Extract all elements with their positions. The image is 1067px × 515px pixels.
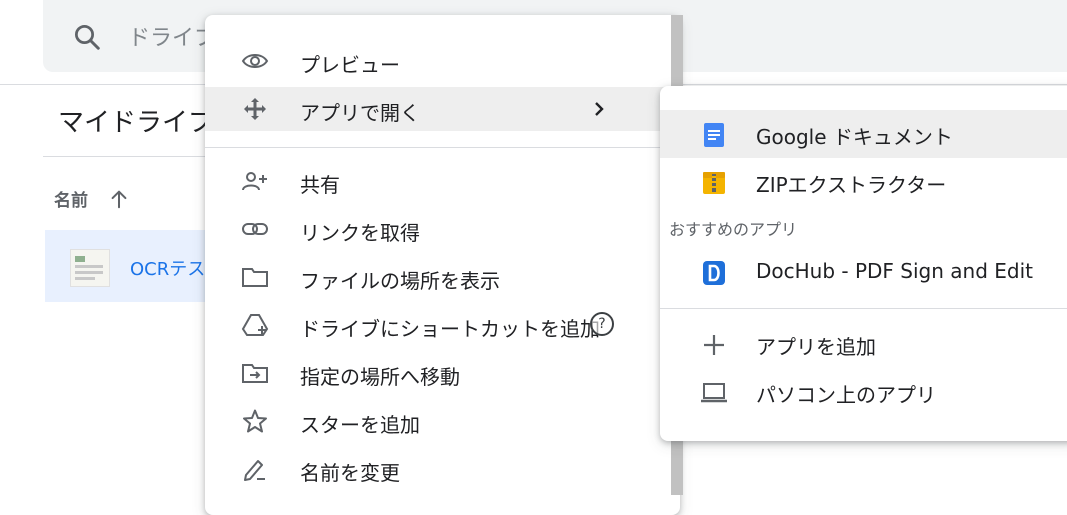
eye-icon [241,54,269,68]
open-with-submenu: Google ドキュメント ZIPエクストラクター おすすめのアプリ DocHu… [660,86,1067,441]
submenu-item-dochub[interactable]: DocHub - PDF Sign and Edit [660,248,1067,296]
column-header-name[interactable]: 名前 [54,186,88,211]
star-icon [243,409,267,433]
menu-item-label: 指定の場所へ移動 [300,365,460,389]
menu-item-share[interactable]: 共有 [205,159,669,203]
submenu-item-label: DocHub - PDF Sign and Edit [756,259,1033,283]
menu-item-label: ファイルの場所を表示 [300,269,500,293]
submenu-item-label: パソコン上のアプリ [756,383,936,407]
laptop-icon [701,383,727,403]
folder-icon [242,268,268,287]
pencil-icon [244,460,265,481]
submenu-item-label: アプリを追加 [756,335,876,359]
submenu-item-google-docs[interactable]: Google ドキュメント [660,110,1067,158]
move-icon [244,98,266,120]
menu-item-label: 共有 [300,173,340,197]
chevron-right-icon [595,102,604,116]
suggested-apps-heading: おすすめのアプリ [669,220,798,239]
zip-extractor-icon [703,172,725,194]
plus-icon [704,335,724,355]
arrow-up-icon[interactable] [108,188,130,210]
submenu-item-computer-apps[interactable]: パソコン上のアプリ [660,368,1067,416]
menu-divider [205,147,669,148]
menu-item-label: プレビュー [300,53,400,77]
menu-item-move-to[interactable]: 指定の場所へ移動 [205,351,669,395]
folder-move-icon [242,364,268,383]
menu-item-label: ドライブにショートカットを追加 [300,317,600,341]
search-input[interactable]: ドライブ [128,20,216,52]
submenu-divider [660,308,1067,309]
menu-item-preview[interactable]: プレビュー [205,39,669,83]
submenu-item-add-app[interactable]: アプリを追加 [660,320,1067,368]
menu-item-show-location[interactable]: ファイルの場所を表示 [205,255,669,299]
dochub-icon [703,261,725,285]
submenu-item-label: ZIPエクストラクター [756,173,947,197]
menu-item-open-with[interactable]: アプリで開く [205,87,669,131]
page-title[interactable]: マイドライブ [58,102,214,139]
help-badge: ? [590,312,614,336]
menu-item-label: 名前を変更 [300,461,400,485]
person-add-icon [242,172,267,191]
menu-item-add-star[interactable]: スターを追加 [205,399,669,443]
menu-item-label: スターを追加 [300,413,420,437]
link-icon [242,223,268,235]
submenu-item-zip-extractor[interactable]: ZIPエクストラクター [660,158,1067,206]
submenu-item-label: Google ドキュメント [756,125,953,149]
search-icon[interactable] [72,22,102,52]
menu-item-get-link[interactable]: リンクを取得 [205,207,669,251]
google-docs-icon [704,123,724,147]
menu-item-label: リンクを取得 [300,221,420,245]
menu-item-rename[interactable]: 名前を変更 [205,447,669,491]
file-thumbnail [70,249,110,287]
menu-item-label: アプリで開く [300,101,420,125]
drive-shortcut-icon [241,314,269,336]
context-menu: プレビュー アプリで開く 共有 リンクを取得 ファイルの場所を表示 ドライブにシ… [205,15,680,515]
